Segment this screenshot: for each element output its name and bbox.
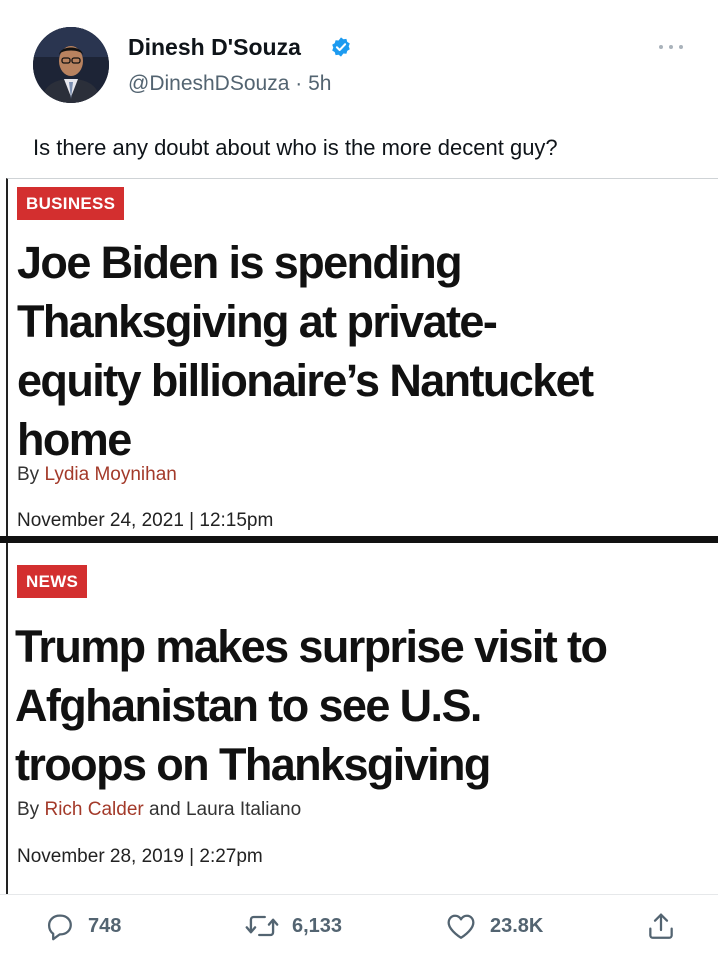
headline-line: troops on Thanksgiving bbox=[15, 739, 491, 790]
retweet-count: 6,133 bbox=[292, 914, 343, 937]
headline-line: home bbox=[17, 414, 132, 465]
like-icon bbox=[447, 914, 475, 939]
handle[interactable]: @DineshDSouza bbox=[128, 72, 289, 95]
display-name[interactable]: Dinesh D'Souza bbox=[128, 34, 301, 61]
reply-button[interactable]: 748 bbox=[42, 909, 121, 943]
retweet-icon bbox=[245, 915, 279, 937]
headline: Joe Biden is spending Thanksgiving at pr… bbox=[17, 233, 707, 469]
byline-prefix: By bbox=[17, 464, 40, 485]
section-tag: BUSINESS bbox=[17, 187, 125, 220]
article-card-2: NEWS Trump makes surprise visit to Afgha… bbox=[6, 543, 718, 894]
article-date: November 28, 2019 | 2:27pm bbox=[17, 846, 263, 867]
divider bbox=[0, 536, 718, 543]
avatar[interactable] bbox=[33, 27, 109, 103]
coauthor-text: and Laura Italiano bbox=[149, 799, 302, 820]
more-icon[interactable] bbox=[656, 40, 686, 54]
tweet-action-bar: 748 6,133 23.8K bbox=[0, 894, 718, 961]
byline: By Lydia Moynihan bbox=[17, 464, 177, 486]
article-card-1: BUSINESS Joe Biden is spending Thanksgiv… bbox=[6, 178, 718, 537]
section-tag: NEWS bbox=[17, 565, 88, 598]
avatar-image bbox=[33, 27, 109, 103]
reply-count: 748 bbox=[88, 914, 122, 937]
like-button[interactable]: 23.8K bbox=[444, 909, 543, 943]
share-button[interactable] bbox=[645, 909, 689, 943]
reply-icon bbox=[47, 914, 72, 941]
byline-prefix: By bbox=[17, 799, 40, 820]
share-icon bbox=[649, 913, 673, 939]
author-link: Lydia Moynihan bbox=[44, 464, 177, 485]
headline-line: Trump makes surprise visit to bbox=[15, 621, 608, 672]
like-count: 23.8K bbox=[490, 914, 544, 937]
tweet-text: Is there any doubt about who is the more… bbox=[33, 135, 558, 160]
headline-line: Joe Biden is spending bbox=[17, 237, 463, 288]
retweet-button[interactable]: 6,133 bbox=[244, 909, 342, 943]
headline-line: equity billionaire’s Nantucket bbox=[17, 355, 594, 406]
headline-line: Thanksgiving at private- bbox=[17, 296, 498, 347]
headline-line: Afghanistan to see U.S. bbox=[15, 680, 482, 731]
byline: By Rich Calder and Laura Italiano bbox=[17, 799, 301, 821]
tweet-header: Dinesh D'Souza @DineshDSouza · 5h bbox=[0, 0, 718, 120]
handle-line: @DineshDSouza · 5h bbox=[128, 72, 331, 96]
timestamp[interactable]: 5h bbox=[308, 72, 331, 95]
verified-badge-icon bbox=[332, 37, 350, 57]
headline: Trump makes surprise visit to Afghanista… bbox=[15, 617, 705, 794]
separator-dot: · bbox=[289, 72, 309, 95]
article-date: November 24, 2021 | 12:15pm bbox=[17, 510, 274, 531]
author-link: Rich Calder bbox=[44, 799, 144, 820]
